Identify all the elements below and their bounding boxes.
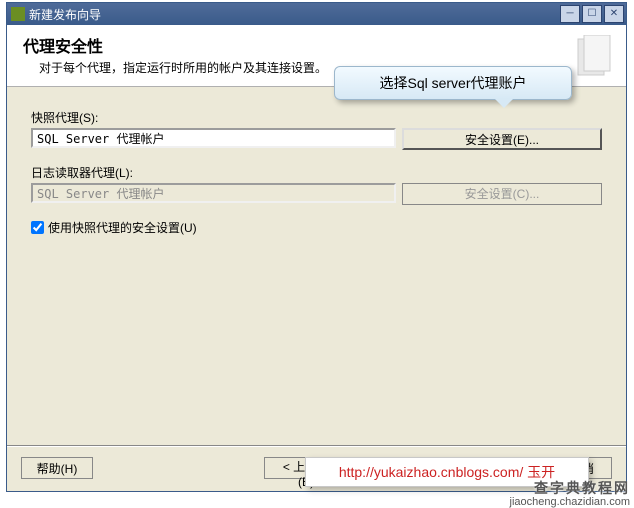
- snapshot-agent-input[interactable]: [31, 128, 396, 148]
- site-watermark: 查字典教程网 jiaocheng.chazidian.com: [510, 481, 630, 508]
- annotation-callout: 选择Sql server代理账户: [334, 66, 572, 100]
- logreader-agent-label: 日志读取器代理(L):: [31, 164, 602, 181]
- logreader-agent-row: 安全设置(C)...: [31, 183, 602, 205]
- logreader-agent-input: [31, 183, 396, 203]
- logreader-security-button: 安全设置(C)...: [402, 183, 602, 205]
- maximize-button[interactable]: ☐: [582, 5, 602, 23]
- app-icon: [11, 7, 25, 21]
- minimize-button[interactable]: ─: [560, 5, 580, 23]
- help-button[interactable]: 帮助(H): [21, 457, 93, 479]
- snapshot-agent-row: 安全设置(E)...: [31, 128, 602, 150]
- window-title: 新建发布向导: [29, 6, 560, 23]
- header-decor-icon: [574, 35, 614, 79]
- snapshot-security-button[interactable]: 安全设置(E)...: [402, 128, 602, 150]
- content-area: 快照代理(S): 安全设置(E)... 日志读取器代理(L): 安全设置(C).…: [7, 87, 626, 445]
- page-title: 代理安全性: [23, 33, 610, 57]
- use-snapshot-settings-checkbox[interactable]: [31, 221, 44, 234]
- titlebar: 新建发布向导 ─ ☐ ✕: [7, 3, 626, 25]
- snapshot-agent-label: 快照代理(S):: [31, 109, 602, 126]
- close-button[interactable]: ✕: [604, 5, 624, 23]
- use-snapshot-settings-label: 使用快照代理的安全设置(U): [48, 219, 197, 236]
- use-snapshot-settings-row: 使用快照代理的安全设置(U): [31, 219, 602, 236]
